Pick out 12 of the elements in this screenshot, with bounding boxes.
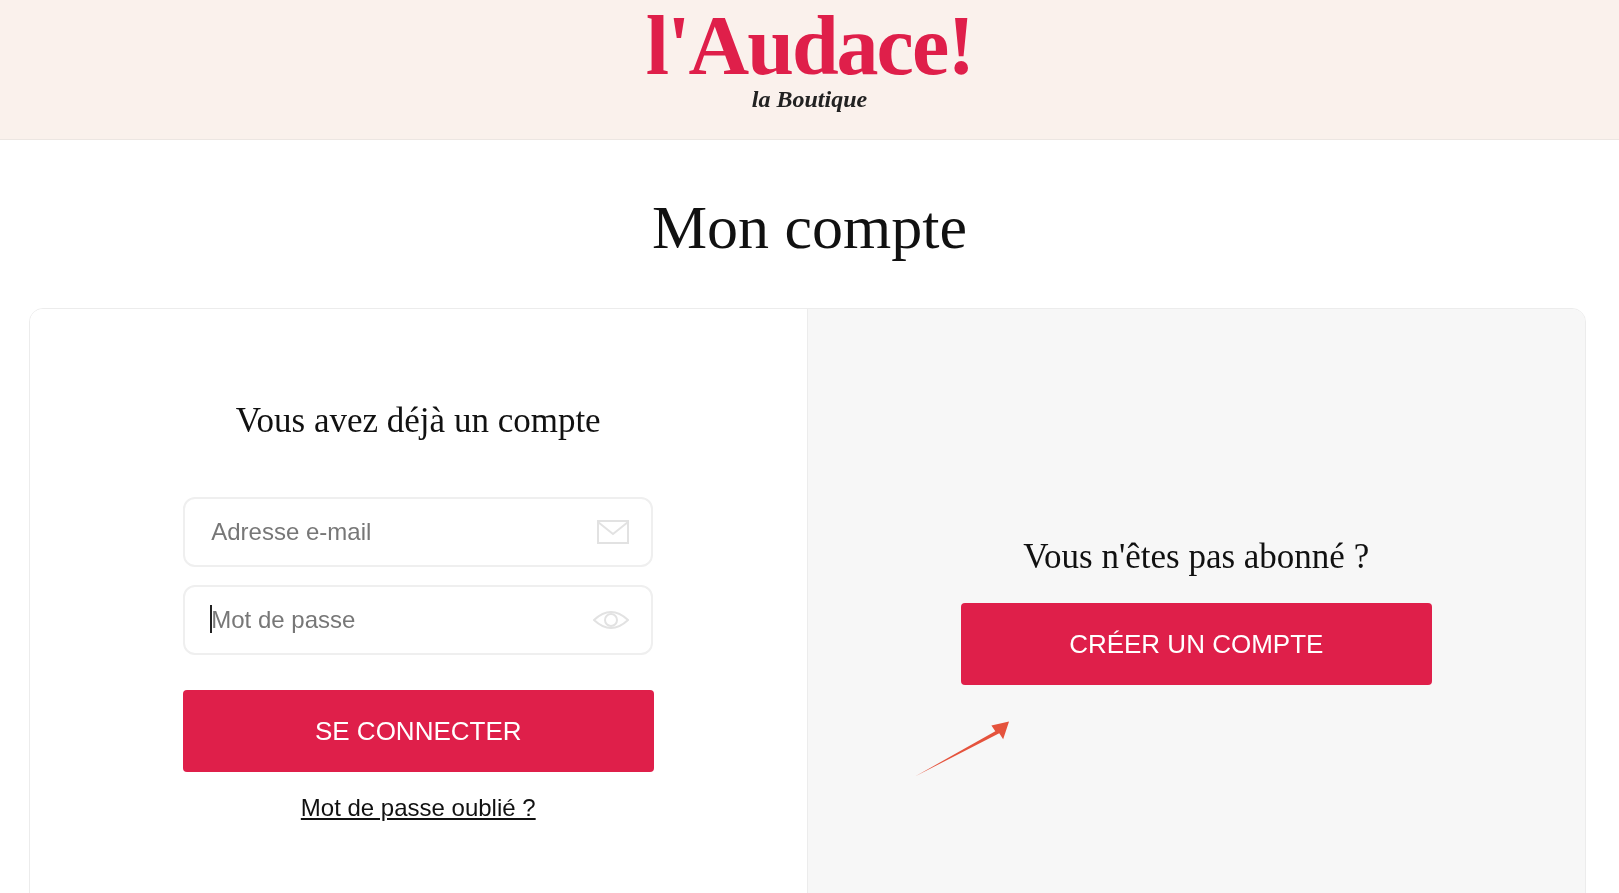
logo-tagline: la Boutique <box>751 86 868 113</box>
section-heading: Vous avez déjà un compte <box>235 401 601 441</box>
eye-icon <box>593 608 630 632</box>
page-title: Mon compte <box>651 192 968 263</box>
login-button[interactable]: SE CONNECTER <box>182 690 654 772</box>
password-field[interactable]: Mot de passe <box>183 585 654 655</box>
logo[interactable]: l'Audace! <box>645 4 974 88</box>
section-heading: Vous n'êtes pas abonné ? <box>1023 537 1370 577</box>
forgot-password-link[interactable]: Mot de passe oublié ? <box>300 794 536 822</box>
create-account-button[interactable]: CRÉER UN COMPTE <box>960 603 1432 685</box>
email-field[interactable]: Adresse e-mail <box>183 497 654 567</box>
envelope-icon <box>597 520 630 544</box>
